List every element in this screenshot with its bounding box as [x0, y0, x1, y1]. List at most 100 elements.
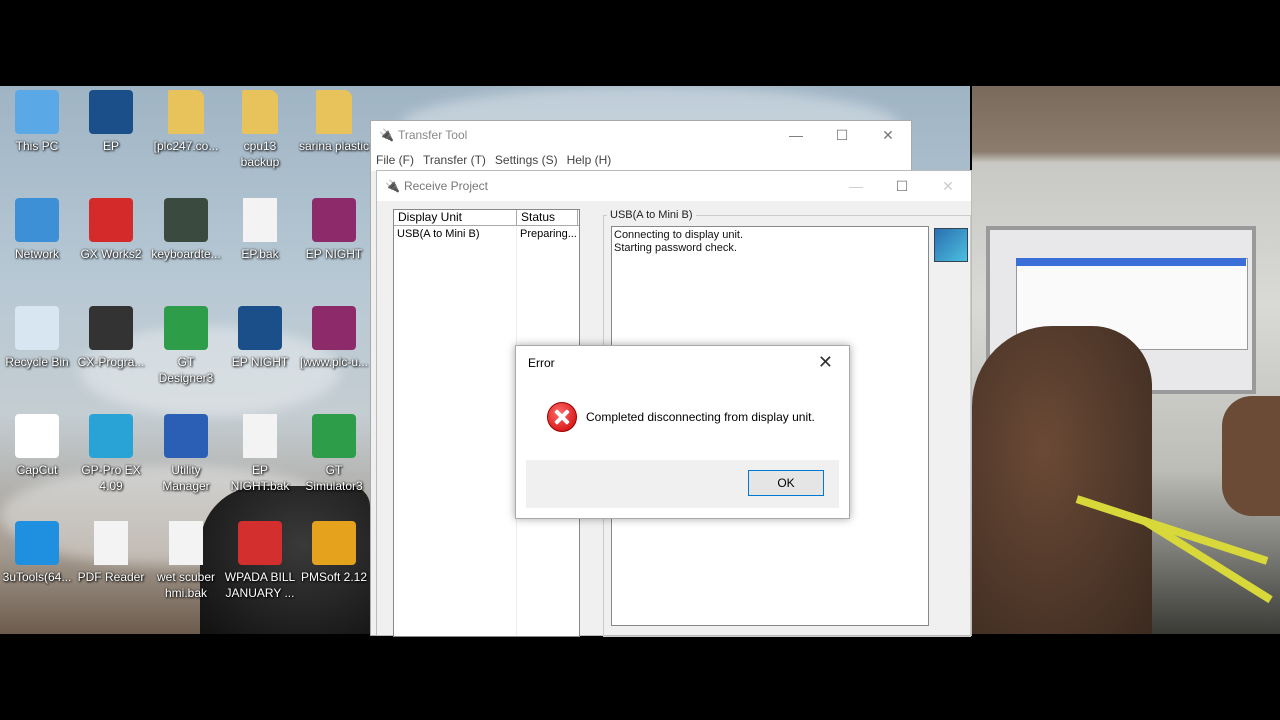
log-line: Starting password check.: [614, 242, 737, 254]
winrar-icon: [312, 306, 356, 350]
desktop-icon[interactable]: cpu13 backup: [224, 90, 296, 170]
folder-icon: [168, 90, 204, 134]
menu-help[interactable]: Help (H): [567, 153, 612, 167]
ok-button[interactable]: OK: [748, 470, 824, 496]
menu-settings[interactable]: Settings (S): [495, 153, 558, 167]
3utools-icon: [15, 521, 59, 565]
desktop-icon-label: PDF Reader: [77, 570, 145, 584]
pdf-icon: [238, 521, 282, 565]
desktop-icon[interactable]: Recycle Bin: [1, 306, 73, 370]
desktop-icon[interactable]: PDF Reader: [75, 521, 147, 585]
desktop-icon-label: WPADA BILL JANUARY ...: [224, 570, 296, 600]
desktop-icon[interactable]: CX-Progra...: [75, 306, 147, 370]
gtsimulator-icon: [312, 414, 356, 458]
desktop-icon[interactable]: [www.plc-u...: [298, 306, 370, 370]
desktop-icon[interactable]: sarina plastic: [298, 90, 370, 154]
dialog-footer: OK: [526, 460, 839, 508]
close-icon[interactable]: ✕: [818, 352, 833, 373]
hand: [972, 326, 1152, 634]
connection-group-label: USB(A to Mini B): [607, 209, 696, 221]
desktop-icon-label: This PC: [15, 139, 59, 153]
gxworks-icon: [89, 198, 133, 242]
minimize-button[interactable]: —: [833, 178, 879, 194]
desktop-icon-label: [plc247.co...: [153, 139, 219, 153]
minimize-button[interactable]: —: [773, 127, 819, 143]
file-icon: [243, 198, 277, 242]
desktop-icon[interactable]: EP.bak: [224, 198, 296, 262]
desktop-icon[interactable]: GX Works2: [75, 198, 147, 262]
pmsoft2-icon: [312, 521, 356, 565]
desktop-icon-label: Network: [14, 247, 59, 261]
desktop-icon[interactable]: [plc247.co...: [150, 90, 222, 154]
column-header-status[interactable]: Status: [517, 210, 578, 225]
transfer-tool-title: Transfer Tool: [397, 128, 468, 142]
utility-manager-icon: [164, 414, 208, 458]
desktop-icon[interactable]: CapCut: [1, 414, 73, 478]
test-icon: [164, 198, 208, 242]
desktop-icon-label: GT Simulator3: [305, 463, 363, 493]
maximize-button[interactable]: ☐: [879, 178, 925, 195]
column-header-display-unit[interactable]: Display Unit: [394, 210, 517, 225]
error-message: Completed disconnecting from display uni…: [586, 410, 815, 424]
hmi-camera-photo: [972, 86, 1280, 634]
desktop-icon-label: GP-Pro EX 4.09: [81, 463, 141, 493]
computer-icon: [15, 90, 59, 134]
desktop-icon-label: CapCut: [16, 463, 58, 477]
desktop-icon-label: EP NIGHT: [305, 247, 363, 261]
desktop-icon-label: [www.plc-u...: [299, 355, 368, 369]
pmsoft-icon: [89, 90, 133, 134]
desktop-icon-label: PMSoft 2.12: [300, 570, 368, 584]
file-icon: [243, 414, 277, 458]
error-dialog: Error ✕ Completed disconnecting from dis…: [515, 345, 850, 519]
desktop-icon-label: EP NIGHT.bak: [230, 463, 290, 493]
receive-project-titlebar[interactable]: 🔌 Receive Project — ☐ ✕: [377, 171, 971, 201]
network-icon: [15, 198, 59, 242]
desktop-icon[interactable]: GT Simulator3: [298, 414, 370, 494]
desktop-icon-label: keyboardte...: [151, 247, 221, 261]
desktop-icon[interactable]: 3uTools(64...: [1, 521, 73, 585]
desktop-icon[interactable]: WPADA BILL JANUARY ...: [224, 521, 296, 601]
desktop-icon[interactable]: EP NIGHT.bak: [224, 414, 296, 494]
desktop-icon[interactable]: EP: [75, 90, 147, 154]
gppro-icon: [89, 414, 133, 458]
transfer-tool-titlebar[interactable]: 🔌 Transfer Tool — ☐ ✕: [371, 121, 911, 149]
capcut-icon: [15, 414, 59, 458]
desktop-icon[interactable]: EP NIGHT: [298, 198, 370, 262]
desktop-icon[interactable]: PMSoft 2.12: [298, 521, 370, 585]
winrar-icon: [312, 198, 356, 242]
device-icon[interactable]: [934, 228, 968, 262]
file-icon: [169, 521, 203, 565]
menu-transfer[interactable]: Transfer (T): [423, 153, 486, 167]
desktop-icon[interactable]: EP NIGHT: [224, 306, 296, 370]
menu-file[interactable]: File (F): [376, 153, 414, 167]
desktop-icon[interactable]: wet scuber hmi.bak: [150, 521, 222, 601]
cx-programmer-icon: [89, 306, 133, 350]
desktop-icon[interactable]: Utility Manager: [150, 414, 222, 494]
file-icon: [94, 521, 128, 565]
maximize-button[interactable]: ☐: [819, 127, 865, 144]
desktop-icon-label: EP: [102, 139, 119, 153]
hmi-progress-bar: [1016, 258, 1246, 266]
display-unit-cell: USB(A to Mini B): [397, 228, 480, 240]
desktop-icon-label: GX Works2: [80, 247, 142, 261]
hand: [1222, 396, 1280, 516]
desktop-icon[interactable]: keyboardte...: [150, 198, 222, 262]
desktop-icon[interactable]: GP-Pro EX 4.09: [75, 414, 147, 494]
folder-icon: [242, 90, 278, 134]
folder-icon: [316, 90, 352, 134]
gtdesigner-icon: [164, 306, 208, 350]
error-dialog-title: Error: [528, 356, 555, 370]
transfer-tool-app-icon: 🔌: [379, 128, 394, 142]
desktop-icon[interactable]: Network: [1, 198, 73, 262]
close-button[interactable]: ✕: [925, 178, 971, 195]
desktop-icon-label: Recycle Bin: [5, 355, 69, 369]
desktop-icon[interactable]: This PC: [1, 90, 73, 154]
desktop-icon-label: CX-Progra...: [77, 355, 145, 369]
list-item[interactable]: USB(A to Mini B) Preparing...: [394, 226, 579, 242]
close-button[interactable]: ✕: [865, 127, 911, 144]
desktop-icon-label: sarina plastic: [298, 139, 370, 153]
desktop-icon-label: wet scuber hmi.bak: [156, 570, 216, 600]
desktop-icon[interactable]: GT Designer3: [150, 306, 222, 386]
menu-bar: File (F) Transfer (T) Settings (S) Help …: [371, 149, 911, 171]
pmsoft-icon: [238, 306, 282, 350]
